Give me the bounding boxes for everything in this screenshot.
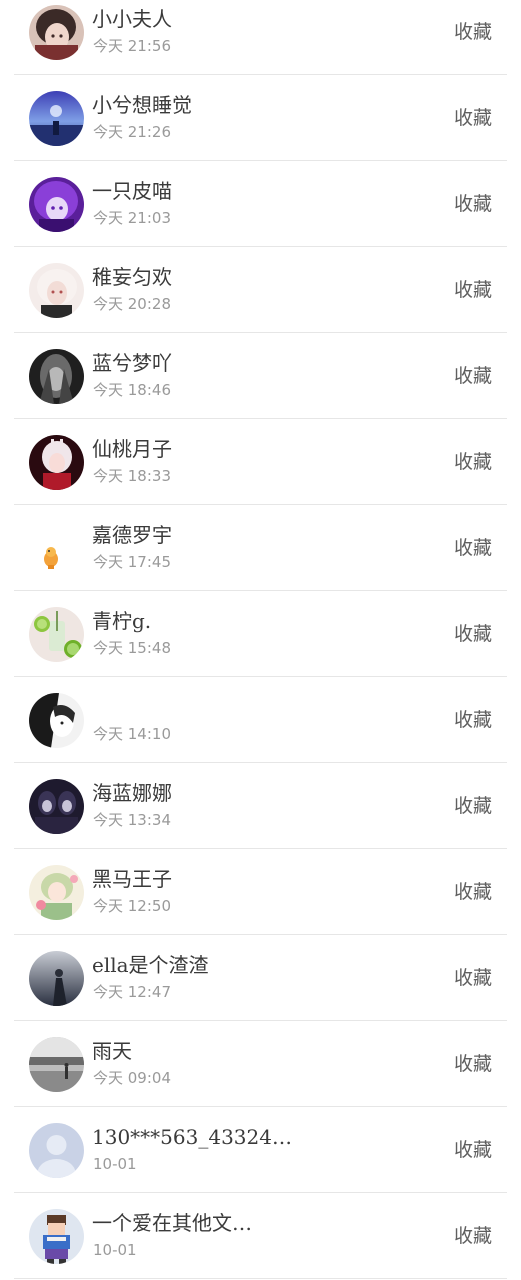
timestamp: 今天 21:56 — [93, 37, 171, 55]
avatar[interactable] — [29, 177, 84, 232]
avatar[interactable] — [29, 607, 84, 662]
avatar[interactable] — [29, 779, 84, 834]
user-name: 130***563_43324… — [92, 1125, 292, 1149]
list-item[interactable]: 130***563_43324… 10-01 收藏 — [0, 1107, 521, 1193]
user-name: ella是个渣渣 — [92, 953, 209, 977]
collect-button[interactable]: 收藏 — [454, 19, 492, 45]
collect-button[interactable]: 收藏 — [454, 965, 492, 991]
user-name: 仙桃月子 — [92, 437, 172, 461]
collect-button[interactable]: 收藏 — [454, 1051, 492, 1077]
avatar[interactable] — [29, 951, 84, 1006]
timestamp: 今天 20:28 — [93, 295, 171, 313]
user-name: 嘉德罗宇 — [92, 523, 172, 547]
user-name: 小小夫人 — [92, 7, 172, 31]
user-name: 小兮想睡觉 — [92, 93, 192, 117]
avatar[interactable] — [29, 1209, 84, 1264]
collect-button[interactable]: 收藏 — [454, 191, 492, 217]
list-item[interactable]: 小兮想睡觉 今天 21:26 收藏 — [0, 75, 521, 161]
collect-button[interactable]: 收藏 — [454, 1223, 492, 1249]
list-item[interactable]: 雨天 今天 09:04 收藏 — [0, 1021, 521, 1107]
avatar[interactable] — [29, 1123, 84, 1178]
timestamp: 今天 12:50 — [93, 897, 171, 915]
timestamp: 今天 15:48 — [93, 639, 171, 657]
collect-button[interactable]: 收藏 — [454, 535, 492, 561]
collect-button[interactable]: 收藏 — [454, 363, 492, 389]
collect-button[interactable]: 收藏 — [454, 621, 492, 647]
list-item[interactable]: 稚妄匀欢 今天 20:28 收藏 — [0, 247, 521, 333]
timestamp: 今天 18:46 — [93, 381, 171, 399]
collect-button[interactable]: 收藏 — [454, 1137, 492, 1163]
avatar[interactable] — [29, 5, 84, 60]
timestamp: 今天 13:34 — [93, 811, 171, 829]
collect-button[interactable]: 收藏 — [454, 277, 492, 303]
timestamp: 今天 21:03 — [93, 209, 171, 227]
user-name: 海蓝娜娜 — [92, 781, 172, 805]
avatar[interactable] — [29, 91, 84, 146]
list-item[interactable]: 一个爱在其他文… 10-01 收藏 — [0, 1193, 521, 1279]
user-name: 蓝兮梦吖 — [92, 351, 172, 375]
list-item[interactable]: ella是个渣渣 今天 12:47 收藏 — [0, 935, 521, 1021]
list-item[interactable]: 青柠g. 今天 15:48 收藏 — [0, 591, 521, 677]
list-item[interactable]: 蓝兮梦吖 今天 18:46 收藏 — [0, 333, 521, 419]
collect-button[interactable]: 收藏 — [454, 707, 492, 733]
list-item[interactable]: 嘉德罗宇 今天 17:45 收藏 — [0, 505, 521, 591]
list-item[interactable]: 今天 14:10 收藏 — [0, 677, 521, 763]
avatar[interactable] — [29, 263, 84, 318]
collect-button[interactable]: 收藏 — [454, 449, 492, 475]
avatar[interactable] — [29, 521, 84, 576]
list-item[interactable]: 小小夫人 今天 21:56 收藏 — [0, 0, 521, 75]
favorites-user-list: 小小夫人 今天 21:56 收藏 小兮想睡觉 今天 21:26 收藏 一只皮喵 … — [0, 0, 521, 1280]
user-name: 一个爱在其他文… — [92, 1211, 252, 1235]
avatar[interactable] — [29, 1037, 84, 1092]
user-name: 稚妄匀欢 — [92, 265, 172, 289]
user-name: 雨天 — [92, 1039, 132, 1063]
timestamp: 今天 12:47 — [93, 983, 171, 1001]
collect-button[interactable]: 收藏 — [454, 879, 492, 905]
timestamp: 今天 17:45 — [93, 553, 171, 571]
avatar[interactable] — [29, 349, 84, 404]
user-name: 黑马王子 — [92, 867, 172, 891]
timestamp: 10-01 — [93, 1155, 137, 1173]
avatar[interactable] — [29, 693, 84, 748]
timestamp: 10-01 — [93, 1241, 137, 1259]
user-name: 一只皮喵 — [92, 179, 172, 203]
list-item[interactable]: 海蓝娜娜 今天 13:34 收藏 — [0, 763, 521, 849]
timestamp: 今天 14:10 — [93, 725, 171, 743]
user-name: 青柠g. — [92, 609, 152, 633]
list-item[interactable]: 黑马王子 今天 12:50 收藏 — [0, 849, 521, 935]
list-item[interactable]: 一只皮喵 今天 21:03 收藏 — [0, 161, 521, 247]
collect-button[interactable]: 收藏 — [454, 105, 492, 131]
timestamp: 今天 21:26 — [93, 123, 171, 141]
timestamp: 今天 09:04 — [93, 1069, 171, 1087]
avatar[interactable] — [29, 865, 84, 920]
collect-button[interactable]: 收藏 — [454, 793, 492, 819]
timestamp: 今天 18:33 — [93, 467, 171, 485]
list-item[interactable]: 仙桃月子 今天 18:33 收藏 — [0, 419, 521, 505]
avatar[interactable] — [29, 435, 84, 490]
